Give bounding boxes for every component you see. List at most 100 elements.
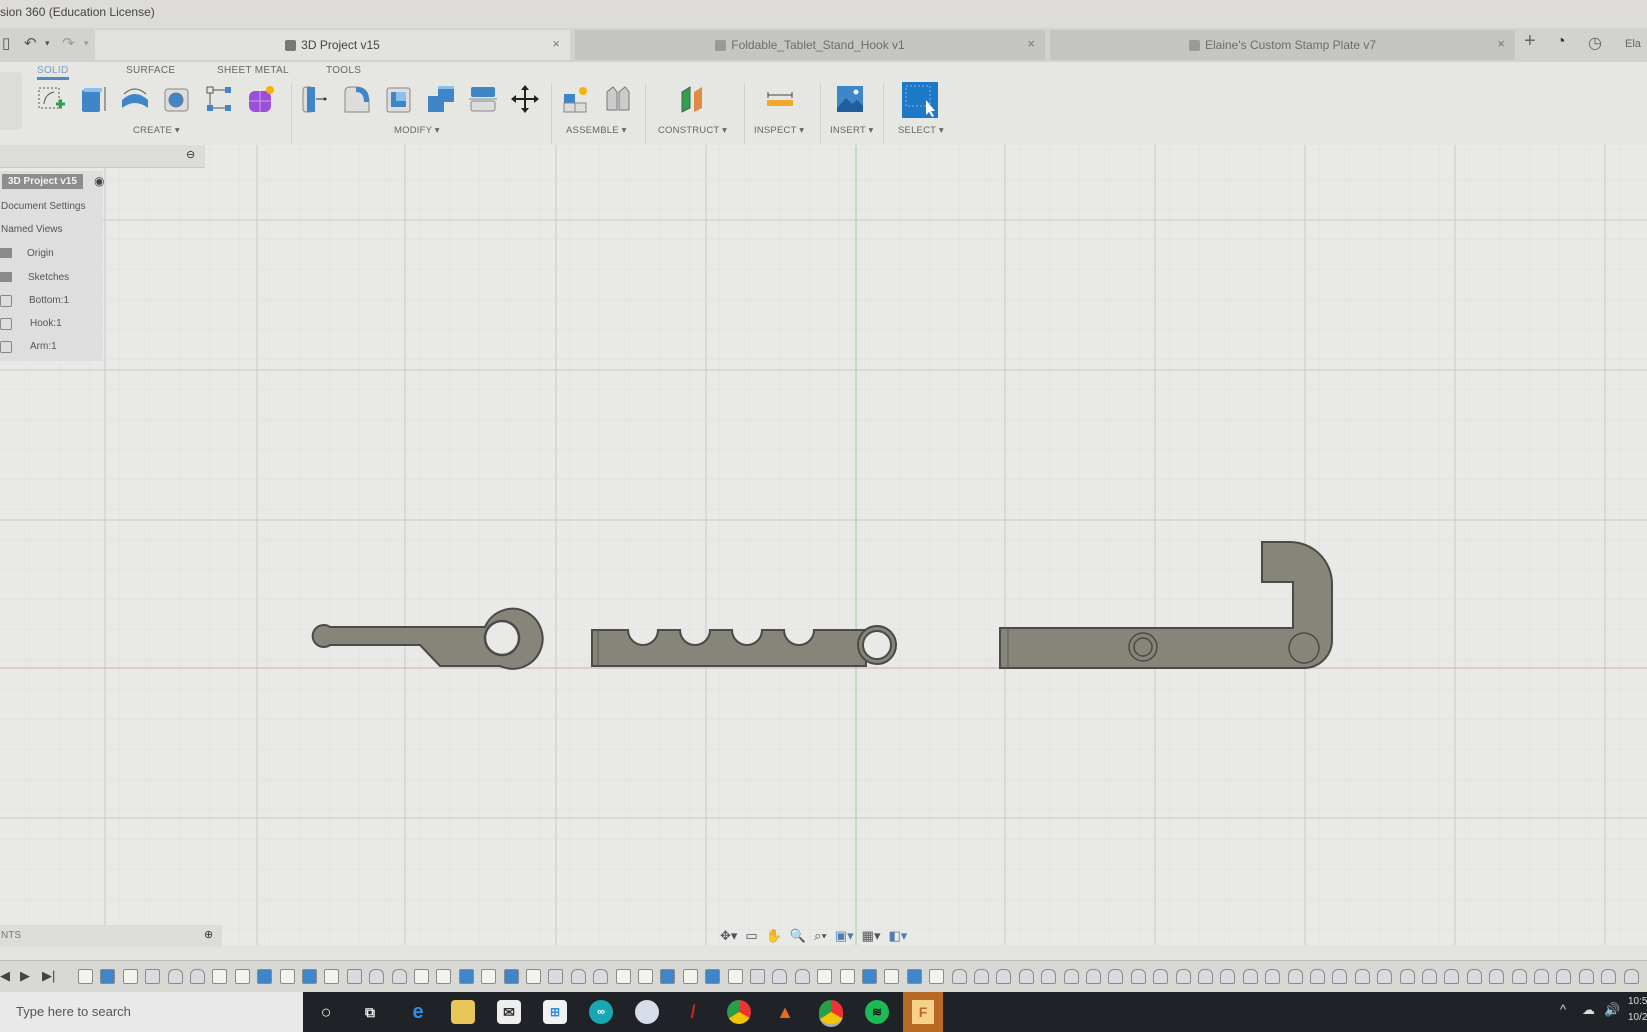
timeline-feature-sketch[interactable] xyxy=(279,969,295,984)
assemble-menu[interactable]: ASSEMBLE ▾ xyxy=(566,125,627,136)
data-panel-icon[interactable]: ▯ xyxy=(2,34,10,52)
timeline-feature-sketch[interactable] xyxy=(929,969,945,984)
taskbar-search[interactable]: Type here to search xyxy=(0,992,303,1032)
timeline-feature-fillet[interactable] xyxy=(772,969,788,984)
cortana-icon[interactable]: ○ xyxy=(314,1000,338,1024)
timeline-feature-sketch[interactable] xyxy=(212,969,228,984)
offset-plane-icon[interactable] xyxy=(678,84,708,114)
timeline-feature-extrude[interactable] xyxy=(503,969,519,984)
chrome-profile-icon[interactable] xyxy=(819,1000,843,1027)
timeline-feature-body[interactable] xyxy=(548,969,564,984)
timeline-feature-fillet[interactable] xyxy=(1242,969,1258,984)
browser-item-document-settings[interactable]: Document Settings xyxy=(1,201,86,212)
look-at-icon[interactable]: ▭ xyxy=(745,928,757,944)
undo-icon[interactable]: ↶ xyxy=(24,34,37,52)
timeline-feature-fillet[interactable] xyxy=(1130,969,1146,984)
fillet-icon[interactable] xyxy=(342,84,372,114)
comments-expand-icon[interactable]: ⊕ xyxy=(204,928,213,941)
mail-icon[interactable]: ✉ xyxy=(497,1000,521,1024)
timeline-feature-fillet[interactable] xyxy=(369,969,385,984)
chrome-icon[interactable] xyxy=(727,1000,751,1024)
go-to-end-icon[interactable]: ▶| xyxy=(42,968,55,984)
clock-time[interactable]: 10:5 xyxy=(1628,996,1647,1007)
joint-icon[interactable] xyxy=(603,84,633,114)
job-status-icon[interactable]: ◔ xyxy=(1556,33,1566,51)
onedrive-icon[interactable]: ☁ xyxy=(1582,1002,1595,1018)
timeline-feature-fillet[interactable] xyxy=(1466,969,1482,984)
timeline-feature-fillet[interactable] xyxy=(1511,969,1527,984)
timeline-feature-fillet[interactable] xyxy=(1332,969,1348,984)
timeline-feature-sketch[interactable] xyxy=(615,969,631,984)
timeline-feature-extrude[interactable] xyxy=(862,969,877,984)
browser-collapse-icon[interactable]: ⊖ xyxy=(186,148,195,161)
timeline-feature-fillet[interactable] xyxy=(1153,969,1169,984)
timeline-feature-fillet[interactable] xyxy=(167,969,183,984)
matlab-icon[interactable]: ▲ xyxy=(773,1000,797,1024)
workspace-tab-sheet-metal[interactable]: SHEET METAL xyxy=(217,65,289,76)
split-body-icon[interactable] xyxy=(468,84,498,114)
timeline-feature-extrude[interactable] xyxy=(257,969,273,984)
create-form-icon[interactable] xyxy=(246,84,276,114)
measure-icon[interactable] xyxy=(765,84,795,114)
pan-icon[interactable]: ✋ xyxy=(766,928,782,944)
timeline-feature-fillet[interactable] xyxy=(1041,969,1057,984)
timeline-feature-fillet[interactable] xyxy=(1063,969,1079,984)
timeline-feature-fillet[interactable] xyxy=(1086,969,1101,984)
timeline-feature-fillet[interactable] xyxy=(996,969,1012,984)
active-radio-icon[interactable]: ◉ xyxy=(94,174,104,188)
timeline-feature-sketch[interactable] xyxy=(324,969,340,984)
timeline-feature-fillet[interactable] xyxy=(951,969,967,984)
notifications-icon[interactable]: ◷ xyxy=(1588,33,1602,53)
timeline-feature-fillet[interactable] xyxy=(1198,969,1213,984)
new-tab-icon[interactable]: + xyxy=(1524,30,1536,53)
play-icon[interactable]: ▶ xyxy=(20,968,30,984)
design-workspace-switcher[interactable] xyxy=(0,72,22,130)
workspace-tab-solid[interactable]: SOLID xyxy=(37,65,69,80)
redo-dropdown-icon[interactable]: ▾ xyxy=(84,38,89,49)
timeline-feature-extrude[interactable] xyxy=(705,969,721,984)
clock-date[interactable]: 10/2 xyxy=(1628,1012,1647,1023)
timeline-feature-fillet[interactable] xyxy=(1534,969,1549,984)
timeline-feature-fillet[interactable] xyxy=(570,969,586,984)
user-account[interactable]: Ela xyxy=(1625,38,1641,50)
fusion-360-taskbar-button[interactable]: F xyxy=(903,992,943,1032)
extrude-icon[interactable] xyxy=(78,84,108,114)
display-settings-icon[interactable]: ▣▾ xyxy=(835,928,854,944)
timeline-feature-fillet[interactable] xyxy=(1108,969,1124,984)
arduino-icon[interactable]: ∞ xyxy=(589,1000,613,1024)
timeline-feature-fillet[interactable] xyxy=(1018,969,1034,984)
close-tab-icon[interactable]: × xyxy=(552,36,560,51)
timeline-feature-sketch[interactable] xyxy=(727,969,743,984)
timeline-feature-sketch[interactable] xyxy=(481,969,497,984)
new-component-icon[interactable] xyxy=(561,84,591,114)
timeline-feature-sketch[interactable] xyxy=(234,969,250,984)
timeline-feature-fillet[interactable] xyxy=(1265,969,1281,984)
orbit-icon[interactable]: ✥▾ xyxy=(720,928,737,944)
timeline-feature-sketch[interactable] xyxy=(884,969,900,984)
timeline-feature-sketch[interactable] xyxy=(436,969,452,984)
combine-icon[interactable] xyxy=(426,84,456,114)
timeline-feature-extrude[interactable] xyxy=(906,969,922,984)
timeline-feature-fillet[interactable] xyxy=(974,969,989,984)
create-sketch-icon[interactable] xyxy=(36,84,66,114)
timeline-feature-fillet[interactable] xyxy=(1422,969,1437,984)
timeline-feature-fillet[interactable] xyxy=(1220,969,1236,984)
workspace-tab-tools[interactable]: TOOLS xyxy=(326,65,361,76)
revolve-icon[interactable] xyxy=(120,84,150,114)
tab-elaines-stamp-plate[interactable]: Elaine's Custom Stamp Plate v7 × xyxy=(1050,30,1515,60)
timeline-feature-extrude[interactable] xyxy=(100,969,116,984)
timeline-feature-fillet[interactable] xyxy=(1556,969,1572,984)
acrobat-icon[interactable]: / xyxy=(681,1000,705,1024)
tab-3d-project[interactable]: 3D Project v15 × xyxy=(95,30,570,60)
browser-item-hook[interactable]: Hook:1 xyxy=(30,318,62,329)
timeline-feature-sketch[interactable] xyxy=(122,969,138,984)
browser-item-bottom[interactable]: Bottom:1 xyxy=(29,295,69,306)
browser-item-named-views[interactable]: Named Views xyxy=(1,224,63,235)
browser-root[interactable]: 3D Project v15 xyxy=(2,174,83,189)
inspect-menu[interactable]: INSPECT ▾ xyxy=(754,125,804,136)
timeline-feature-extrude[interactable] xyxy=(660,969,676,984)
timeline-feature-fillet[interactable] xyxy=(593,969,609,984)
browser-item-sketches[interactable]: Sketches xyxy=(28,272,69,283)
task-view-icon[interactable]: ⧉ xyxy=(358,1000,382,1024)
volume-icon[interactable]: 🔊 xyxy=(1604,1002,1620,1018)
